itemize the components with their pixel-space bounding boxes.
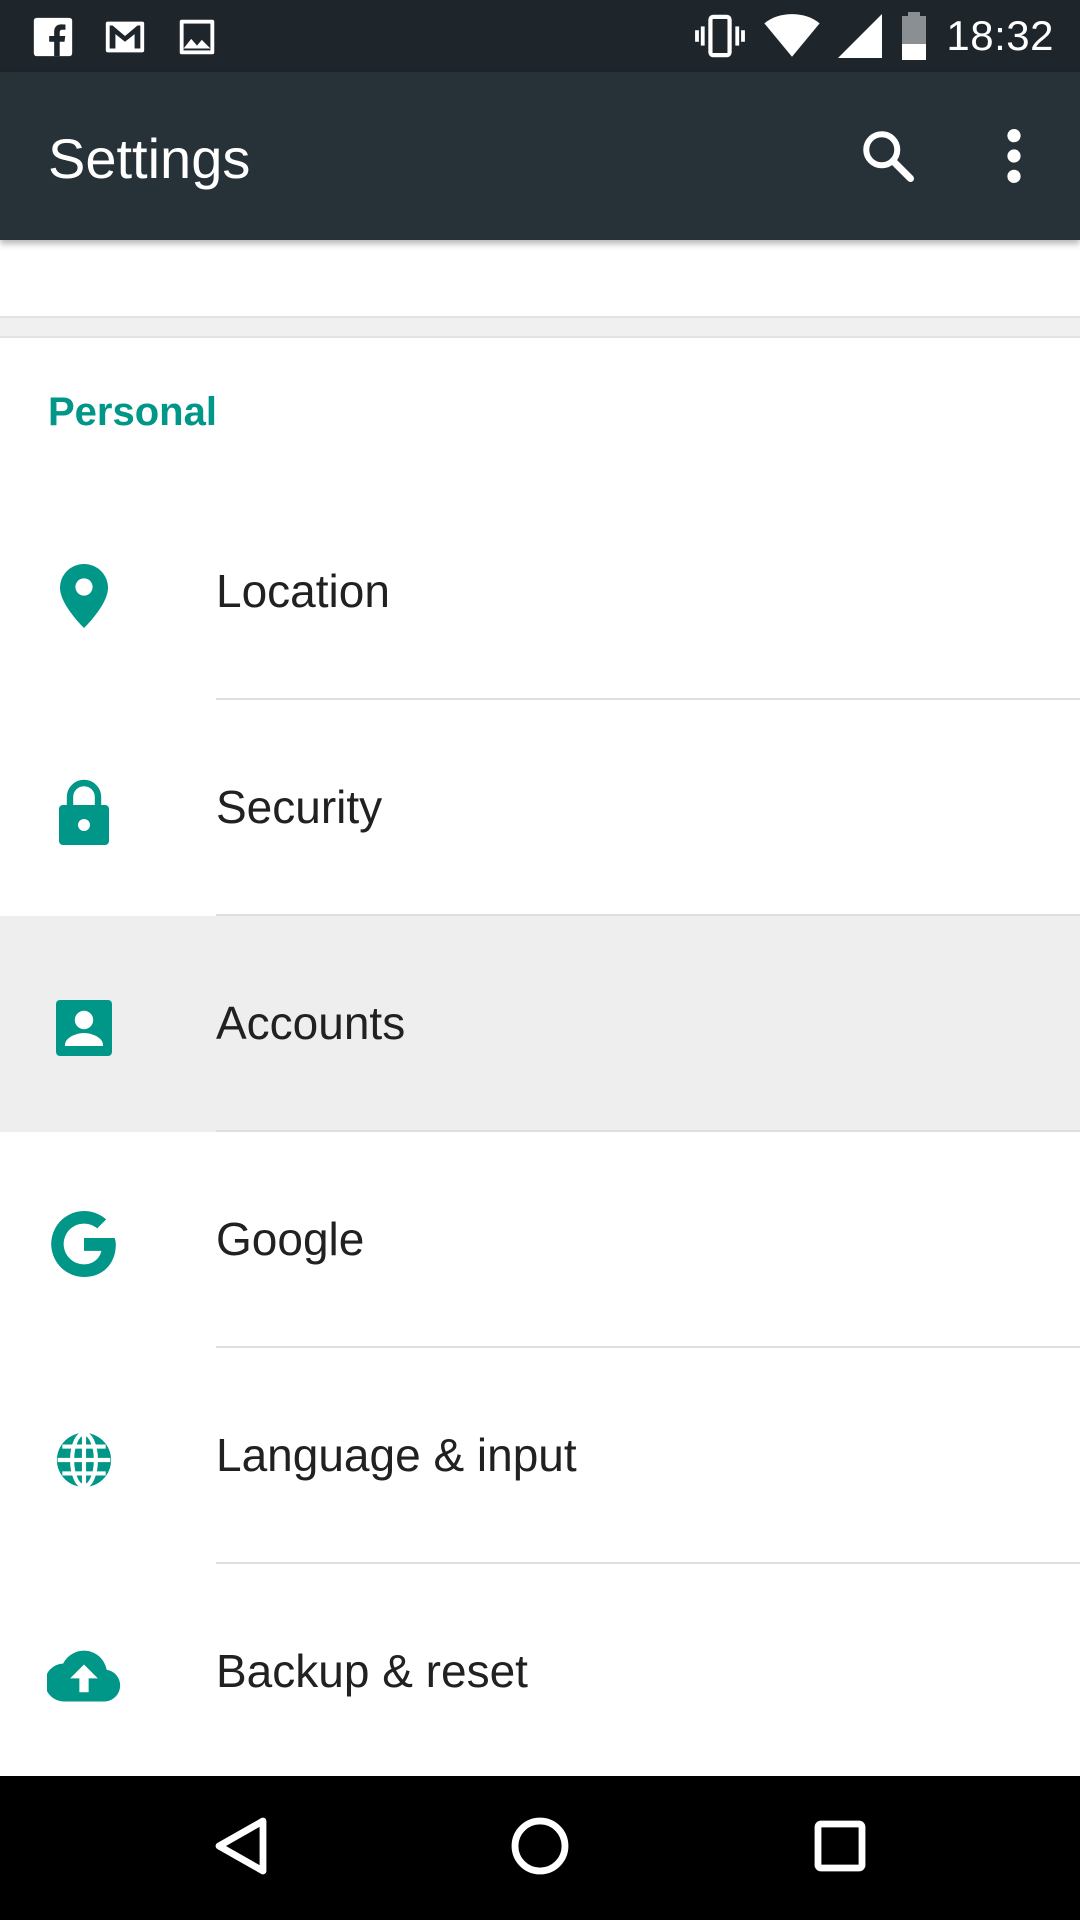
home-icon <box>510 1816 570 1881</box>
image-icon <box>174 14 220 60</box>
battery-icon <box>900 12 928 60</box>
status-bar: 18:32 <box>0 0 1080 72</box>
more-options-button[interactable] <box>978 122 1050 194</box>
system-icons: 18:32 <box>694 10 1054 62</box>
section-divider <box>0 316 1080 338</box>
settings-item-google[interactable]: Google <box>0 1132 1080 1348</box>
settings-item-backup-reset[interactable]: Backup & reset <box>0 1564 1080 1780</box>
app-bar: Settings <box>0 72 1080 240</box>
search-button[interactable] <box>852 122 924 194</box>
location-pin-icon <box>44 556 124 636</box>
lock-icon <box>44 772 124 852</box>
notification-icons <box>30 14 220 60</box>
home-button[interactable] <box>495 1808 585 1888</box>
globe-icon <box>44 1420 124 1500</box>
facebook-icon <box>30 14 76 60</box>
account-box-icon <box>44 988 124 1068</box>
settings-list: Location Security Accounts Google Langua… <box>0 484 1080 1780</box>
settings-item-location[interactable]: Location <box>0 484 1080 700</box>
settings-item-label: Language & input <box>216 1429 577 1481</box>
back-icon <box>211 1815 271 1882</box>
settings-item-language-input[interactable]: Language & input <box>0 1348 1080 1564</box>
more-vert-icon <box>1004 128 1024 189</box>
wifi-icon <box>764 13 820 59</box>
search-icon <box>858 126 918 191</box>
cloud-upload-icon <box>44 1636 124 1716</box>
vibrate-icon <box>694 13 746 59</box>
recents-button[interactable] <box>795 1808 885 1888</box>
settings-item-label: Backup & reset <box>216 1645 528 1697</box>
settings-item-label: Security <box>216 781 383 833</box>
clock: 18:32 <box>946 12 1054 59</box>
navigation-bar <box>0 1776 1080 1920</box>
settings-item-label: Google <box>216 1213 365 1265</box>
google-g-icon <box>44 1204 124 1284</box>
recents-icon <box>814 1820 866 1877</box>
blank-card <box>0 240 1080 316</box>
back-button[interactable] <box>196 1808 286 1888</box>
settings-item-accounts[interactable]: Accounts <box>0 916 1080 1132</box>
signal-icon <box>838 13 883 59</box>
settings-item-label: Location <box>216 565 390 617</box>
gmail-icon <box>102 14 148 60</box>
settings-item-label: Accounts <box>216 997 406 1049</box>
settings-item-security[interactable]: Security <box>0 700 1080 916</box>
section-header-personal: Personal <box>48 390 217 434</box>
page-title: Settings <box>48 127 251 190</box>
